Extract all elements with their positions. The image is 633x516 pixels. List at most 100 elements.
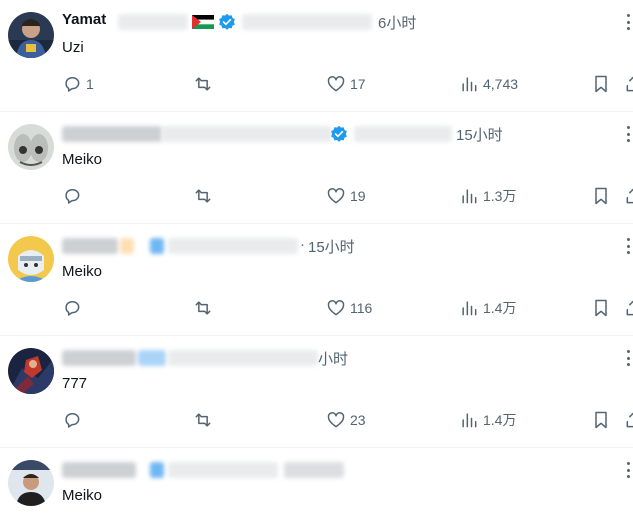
tweet[interactable]: Meiko — [0, 448, 633, 516]
views-button[interactable]: 4,743 — [459, 72, 518, 96]
retweet-button[interactable] — [193, 408, 213, 432]
redacted-badge — [138, 350, 166, 366]
views-count: 1.3万 — [483, 188, 517, 204]
retweet-button[interactable] — [193, 72, 213, 96]
redacted-handle — [354, 126, 452, 142]
views-button[interactable]: 1.4万 — [459, 408, 516, 432]
reply-button[interactable] — [62, 408, 86, 432]
timeline-feed: Yamat 6小时 Uzi 1 17 4,743 15小时 Meiko 19 1… — [0, 0, 633, 516]
tweet-text: Meiko — [62, 487, 103, 504]
tweet-time[interactable]: 15小时 — [456, 124, 503, 145]
redacted-name — [118, 14, 188, 30]
like-button[interactable]: 19 — [326, 184, 366, 208]
avatar-image — [8, 124, 54, 170]
like-button[interactable]: 17 — [326, 72, 366, 96]
like-count: 116 — [350, 300, 373, 316]
bookmark-button[interactable] — [591, 408, 611, 432]
like-count: 17 — [350, 76, 366, 92]
share-button[interactable] — [624, 296, 633, 320]
share-icon — [626, 76, 633, 92]
heart-icon — [327, 76, 345, 92]
retweet-icon — [195, 189, 211, 203]
tweet-actions: 1 17 4,743 — [62, 72, 633, 96]
share-icon — [626, 300, 633, 316]
bookmark-button[interactable] — [591, 296, 611, 320]
views-icon — [462, 189, 477, 204]
bookmark-icon — [595, 75, 607, 93]
tweet-text: 777 — [62, 375, 88, 392]
heart-icon — [327, 412, 345, 428]
more-icon[interactable] — [625, 462, 631, 478]
redacted-badge — [150, 238, 164, 254]
share-button[interactable] — [624, 72, 633, 96]
reply-button[interactable] — [62, 184, 86, 208]
tweet[interactable]: Yamat 6小时 Uzi 1 17 4,743 — [0, 0, 633, 112]
views-icon — [462, 413, 477, 428]
views-count: 1.4万 — [483, 300, 517, 316]
avatar[interactable] — [8, 124, 54, 170]
like-button[interactable]: 23 — [326, 408, 366, 432]
tweet-time[interactable]: 6小时 — [378, 12, 416, 33]
bookmark-icon — [595, 299, 607, 317]
like-button[interactable]: 116 — [326, 296, 372, 320]
share-icon — [626, 188, 633, 204]
avatar[interactable] — [8, 236, 54, 282]
retweet-icon — [195, 413, 211, 427]
tweet-time[interactable]: 小时 — [318, 348, 348, 369]
reply-count: 1 — [86, 76, 94, 92]
heart-icon — [327, 188, 345, 204]
redacted-handle — [168, 238, 298, 254]
avatar-image — [8, 12, 54, 58]
tweet-time[interactable]: 15小时 — [308, 236, 355, 257]
views-button[interactable]: 1.4万 — [459, 296, 516, 320]
tweet-text: Meiko — [62, 263, 103, 280]
tweet-text: Meiko — [62, 151, 103, 168]
share-icon — [626, 412, 633, 428]
tweet-text: Uzi — [62, 39, 84, 56]
reply-button[interactable] — [62, 296, 86, 320]
more-icon[interactable] — [625, 350, 631, 366]
reply-icon — [65, 413, 80, 428]
tweet-header: Yamat 6小时 — [62, 10, 622, 34]
share-button[interactable] — [624, 184, 633, 208]
avatar[interactable] — [8, 12, 54, 58]
avatar[interactable] — [8, 348, 54, 394]
avatar[interactable] — [8, 460, 54, 506]
views-count: 4,743 — [483, 76, 519, 92]
more-icon[interactable] — [625, 126, 631, 142]
heart-icon — [327, 300, 345, 316]
retweet-button[interactable] — [193, 296, 213, 320]
tweet[interactable]: · 15小时 Meiko 116 1.4万 — [0, 224, 633, 336]
views-button[interactable]: 1.3万 — [459, 184, 516, 208]
redacted-name — [162, 126, 332, 142]
reply-icon — [65, 77, 80, 92]
redacted-emoji — [120, 238, 134, 254]
avatar-image — [8, 236, 54, 282]
tweet-actions: 23 1.4万 — [62, 408, 633, 432]
tweet-header: · 15小时 — [62, 234, 622, 258]
tweet-header: 15小时 — [62, 122, 622, 146]
display-name[interactable]: Yamat — [62, 11, 106, 28]
tweet-header: 小时 — [62, 346, 622, 370]
tweet[interactable]: 小时 777 23 1.4万 — [0, 336, 633, 448]
verified-badge-icon — [219, 13, 235, 30]
bookmark-button[interactable] — [591, 72, 611, 96]
bookmark-button[interactable] — [591, 184, 611, 208]
redacted-handle — [168, 350, 318, 366]
palestine-flag-icon — [192, 15, 214, 29]
tweet[interactable]: 15小时 Meiko 19 1.3万 — [0, 112, 633, 224]
views-icon — [462, 77, 477, 92]
redacted-name — [62, 238, 118, 254]
like-count: 19 — [350, 188, 366, 204]
retweet-icon — [195, 301, 211, 315]
redacted-name — [62, 462, 136, 478]
reply-button[interactable]: 1 — [62, 72, 94, 96]
retweet-button[interactable] — [193, 184, 213, 208]
views-count: 1.4万 — [483, 412, 517, 428]
share-button[interactable] — [624, 408, 633, 432]
redacted-name — [62, 126, 162, 142]
reply-icon — [65, 301, 80, 316]
tweet-actions: 19 1.3万 — [62, 184, 633, 208]
more-icon[interactable] — [625, 14, 631, 30]
more-icon[interactable] — [625, 238, 631, 254]
